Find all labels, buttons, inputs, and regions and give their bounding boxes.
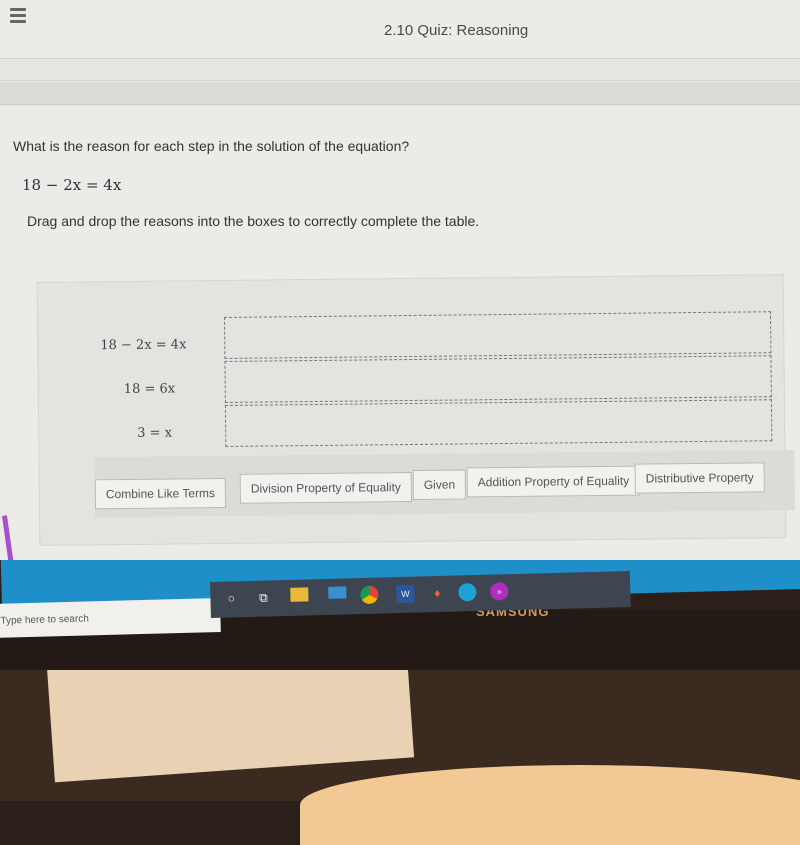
header-strip — [0, 60, 800, 81]
table-surface — [300, 765, 800, 845]
file-explorer-icon[interactable] — [290, 587, 309, 602]
reason-dropzone-2[interactable] — [224, 355, 772, 403]
mail-icon[interactable] — [328, 586, 347, 599]
reason-tile[interactable]: Combine Like Terms — [94, 477, 227, 510]
app-purple-icon[interactable]: » — [490, 582, 509, 601]
question-equation: 18 − 2x = 4x — [22, 176, 122, 194]
hamburger-menu-icon[interactable] — [10, 8, 26, 26]
reason-tile[interactable]: Division Property of Equality — [239, 472, 413, 504]
question-instruction: Drag and drop the reasons into the boxes… — [27, 213, 480, 229]
edge-icon[interactable] — [458, 583, 477, 602]
browser-screen: 2.10 Quiz: Reasoning What is the reason … — [0, 0, 800, 560]
app-icon[interactable]: ♦ — [428, 584, 446, 602]
step-equation-2: 18 = 6x — [123, 381, 176, 398]
reason-dropzone-1[interactable] — [224, 311, 772, 359]
step-equation-3: 3 = x — [137, 425, 173, 441]
reason-tile[interactable]: Addition Property of Equality — [466, 465, 641, 498]
cortana-icon[interactable]: ○ — [222, 589, 240, 607]
question-prompt: What is the reason for each step in the … — [13, 138, 410, 154]
step-equation-1: 18 − 2x = 4x — [100, 337, 187, 354]
quiz-header: 2.10 Quiz: Reasoning — [0, 0, 800, 59]
word-icon[interactable]: W — [396, 584, 415, 604]
accent-bar — [2, 515, 26, 560]
drag-drop-panel: 18 − 2x = 4x 18 = 6x 3 = x Combine Like … — [36, 274, 796, 546]
search-placeholder: Type here to search — [0, 613, 89, 627]
reason-tile-bank: Combine Like Terms Division Property of … — [94, 449, 796, 518]
chrome-icon[interactable] — [360, 585, 379, 605]
reason-tile[interactable]: Distributive Property — [634, 462, 765, 494]
reason-dropzone-3[interactable] — [224, 399, 773, 447]
quiz-title: 2.10 Quiz: Reasoning — [384, 22, 529, 39]
taskbar-search[interactable]: Type here to search — [0, 597, 221, 638]
reason-tile[interactable]: Given — [412, 469, 467, 500]
task-view-icon[interactable]: ⧉ — [254, 588, 272, 606]
header-strip-2 — [0, 82, 800, 105]
